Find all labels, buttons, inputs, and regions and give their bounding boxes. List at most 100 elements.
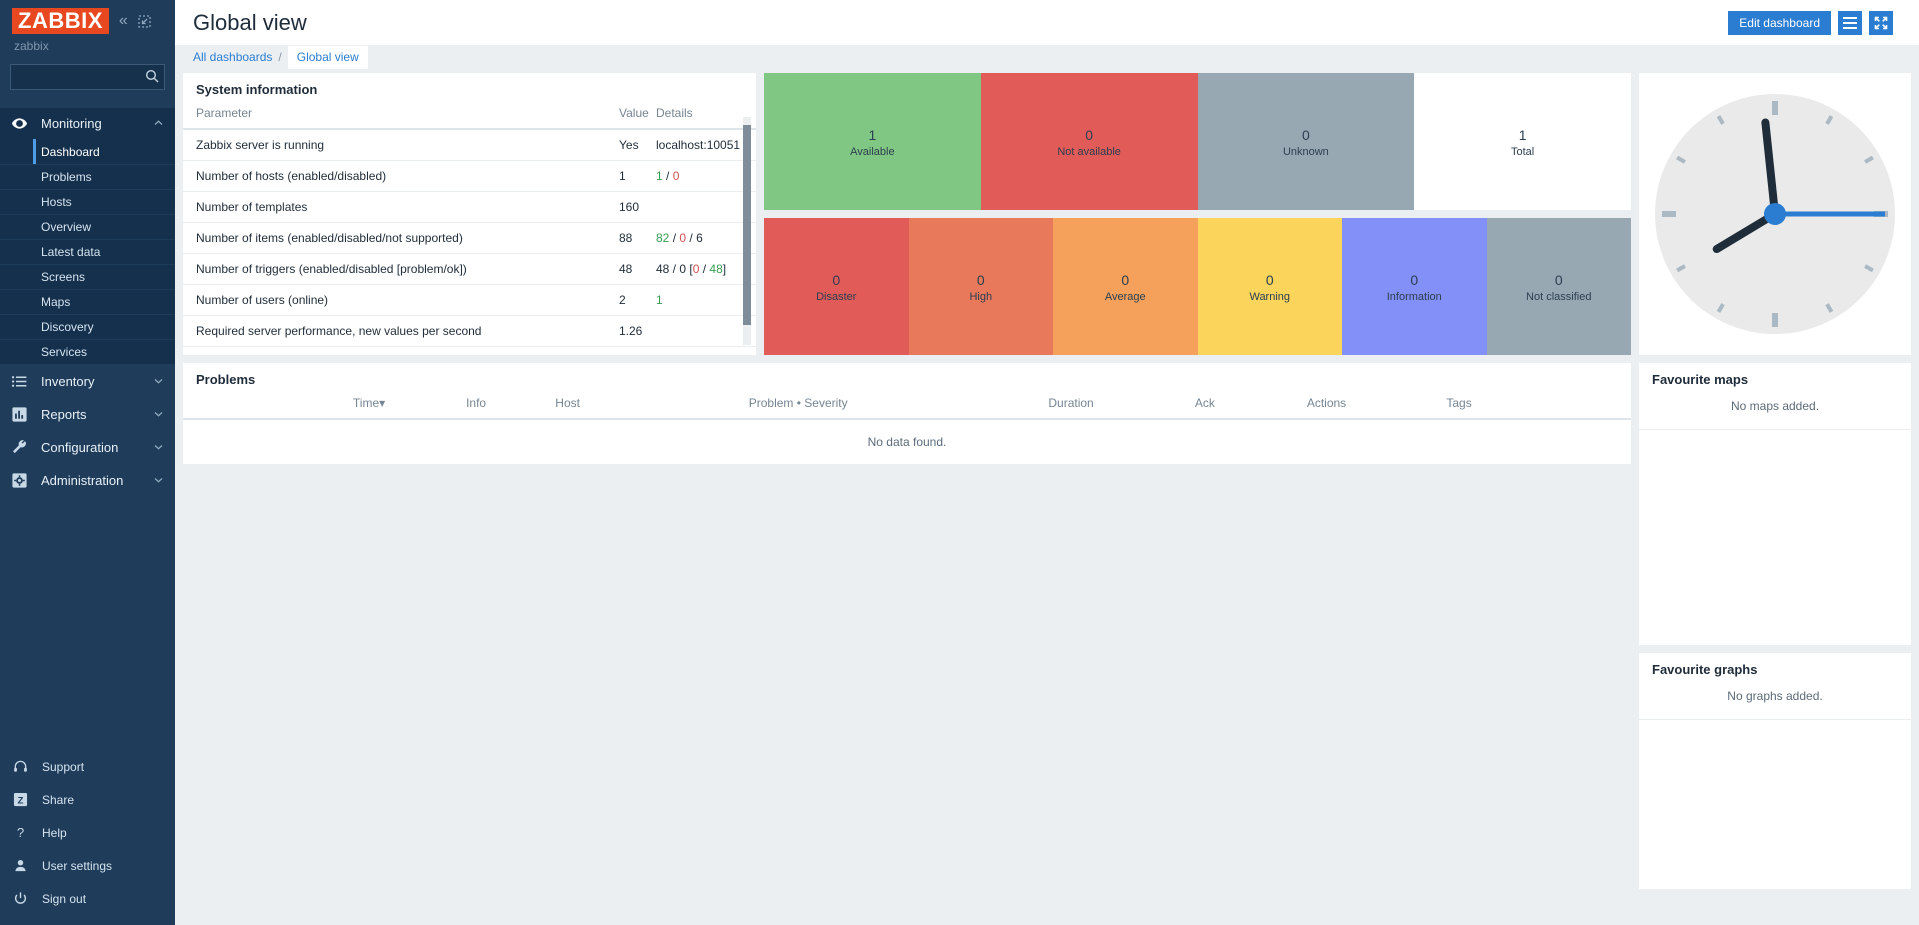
widget-title: Favourite maps <box>1639 363 1911 396</box>
chevron-down-icon <box>154 476 163 485</box>
sidebar-item-discovery[interactable]: Discovery <box>0 314 175 339</box>
problems-table: Time▾ Info Host Problem • Severity Durat… <box>183 396 1631 464</box>
breadcrumb-all-dashboards[interactable]: All dashboards <box>193 50 272 69</box>
column-spacer <box>1511 396 1631 419</box>
sidebar-hide-icon[interactable] <box>138 15 151 28</box>
sidebar-group-inventory[interactable]: Inventory <box>0 366 175 397</box>
widget-problems-by-severity: 0Disaster0High0Average0Warning0Informati… <box>764 218 1631 355</box>
cell-details: 1 / 0 <box>656 161 756 192</box>
sidebar: ZABBIX « zabbix Monitoring Dashboard Pro… <box>0 0 175 925</box>
sidebar-item-user-settings[interactable]: User settings <box>0 849 175 882</box>
severity-warning[interactable]: 0Warning <box>1198 218 1343 355</box>
cell-value: 2 <box>606 285 656 316</box>
sidebar-item-help[interactable]: ? Help <box>0 816 175 849</box>
count-label: Total <box>1511 146 1534 158</box>
table-row: Zabbix server is runningYeslocalhost:100… <box>183 129 756 161</box>
sidebar-item-label: Latest data <box>41 245 100 259</box>
headset-icon <box>12 759 28 774</box>
table-header-row: Time▾ Info Host Problem • Severity Durat… <box>183 396 1631 419</box>
sidebar-item-label: Sign out <box>42 892 86 906</box>
column-info[interactable]: Info <box>435 396 517 419</box>
problems-empty-text: No data found. <box>183 419 1631 464</box>
sidebar-item-label: Help <box>42 826 67 840</box>
cell-details: 82 / 0 / 6 <box>656 223 756 254</box>
cell-details <box>656 192 756 223</box>
count-label: Unknown <box>1283 146 1329 158</box>
sidebar-group-monitoring[interactable]: Monitoring <box>0 108 175 139</box>
count-label: Information <box>1387 291 1442 303</box>
top-bar: Global view Edit dashboard <box>175 0 1919 45</box>
chevron-up-icon <box>154 119 163 128</box>
sidebar-item-hosts[interactable]: Hosts <box>0 189 175 214</box>
severity-disaster[interactable]: 0Disaster <box>764 218 909 355</box>
dashboard-top-row: System information Parameter Value Detai… <box>183 73 1631 355</box>
count-value: 0 <box>1555 270 1563 291</box>
sidebar-item-share[interactable]: Z Share <box>0 783 175 816</box>
dashboard-left-column: System information Parameter Value Detai… <box>183 73 1631 464</box>
cell-parameter: Number of users (online) <box>183 285 606 316</box>
analog-clock <box>1646 85 1904 343</box>
sidebar-item-overview[interactable]: Overview <box>0 214 175 239</box>
search-input[interactable] <box>10 64 165 90</box>
system-information-table: Parameter Value Details Zabbix server is… <box>183 106 756 347</box>
svg-text:?: ? <box>16 825 23 840</box>
sidebar-group-label: Administration <box>41 473 154 488</box>
sidebar-bottom-nav: Support Z Share ? Help User settings Sig… <box>0 750 175 925</box>
sidebar-item-services[interactable]: Services <box>0 339 175 364</box>
breadcrumb-separator: / <box>272 50 287 69</box>
column-host[interactable]: Host <box>517 396 618 419</box>
system-information-scroll-area: Parameter Value Details Zabbix server is… <box>183 106 756 355</box>
sidebar-item-maps[interactable]: Maps <box>0 289 175 314</box>
column-problem-severity[interactable]: Problem • Severity <box>618 396 978 419</box>
host-availability-not-available[interactable]: 0Not available <box>981 73 1198 210</box>
severity-average[interactable]: 0Average <box>1053 218 1198 355</box>
widget-clock <box>1639 73 1911 355</box>
sidebar-item-problems[interactable]: Problems <box>0 164 175 189</box>
sidebar-group-reports[interactable]: Reports <box>0 399 175 430</box>
scrollbar-thumb[interactable] <box>743 125 751 325</box>
expand-icon[interactable] <box>1869 11 1893 35</box>
sidebar-group-label: Monitoring <box>41 116 154 131</box>
cell-value: 1.26 <box>606 316 656 347</box>
sidebar-item-dashboard[interactable]: Dashboard <box>0 139 175 164</box>
table-row: Number of users (online)21 <box>183 285 756 316</box>
hamburger-icon[interactable] <box>1838 11 1862 35</box>
sidebar-item-label: Overview <box>41 220 91 234</box>
table-row: Number of triggers (enabled/disabled [pr… <box>183 254 756 285</box>
severity-high[interactable]: 0High <box>909 218 1054 355</box>
breadcrumb-current[interactable]: Global view <box>288 46 368 69</box>
column-ack[interactable]: Ack <box>1164 396 1246 419</box>
edit-dashboard-button[interactable]: Edit dashboard <box>1728 11 1831 35</box>
question-icon: ? <box>12 825 28 840</box>
widget-system-information: System information Parameter Value Detai… <box>183 73 756 355</box>
sidebar-item-latest-data[interactable]: Latest data <box>0 239 175 264</box>
column-time[interactable]: Time▾ <box>303 396 435 419</box>
host-availability-total[interactable]: 1Total <box>1414 73 1631 210</box>
host-availability-available[interactable]: 1Available <box>764 73 981 210</box>
count-value: 1 <box>868 125 876 146</box>
table-row: Number of hosts (enabled/disabled)11 / 0 <box>183 161 756 192</box>
sidebar-item-label: Share <box>42 793 74 807</box>
svg-text:Z: Z <box>17 795 23 805</box>
host-availability-unknown[interactable]: 0Unknown <box>1198 73 1415 210</box>
column-value: Value <box>606 106 656 129</box>
count-label: Warning <box>1249 291 1290 303</box>
top-actions: Edit dashboard <box>1728 11 1893 35</box>
widget-favourite-graphs: Favourite graphs No graphs added. <box>1639 653 1911 889</box>
sidebar-item-support[interactable]: Support <box>0 750 175 783</box>
sidebar-group-administration[interactable]: Administration <box>0 465 175 496</box>
column-tags[interactable]: Tags <box>1407 396 1511 419</box>
column-actions[interactable]: Actions <box>1246 396 1407 419</box>
column-duration[interactable]: Duration <box>978 396 1164 419</box>
dashboard-board: System information Parameter Value Detai… <box>175 69 1919 925</box>
sidebar-item-sign-out[interactable]: Sign out <box>0 882 175 915</box>
widget-title: Problems <box>183 363 1631 396</box>
sidebar-group-configuration[interactable]: Configuration <box>0 432 175 463</box>
severity-information[interactable]: 0Information <box>1342 218 1487 355</box>
sidebar-nav: Monitoring Dashboard Problems Hosts Over… <box>0 108 175 496</box>
power-icon <box>12 891 28 906</box>
sidebar-item-screens[interactable]: Screens <box>0 264 175 289</box>
sidebar-collapse-icon[interactable]: « <box>119 13 128 29</box>
sidebar-header: ZABBIX « zabbix <box>0 0 175 53</box>
severity-not-classified[interactable]: 0Not classified <box>1487 218 1632 355</box>
